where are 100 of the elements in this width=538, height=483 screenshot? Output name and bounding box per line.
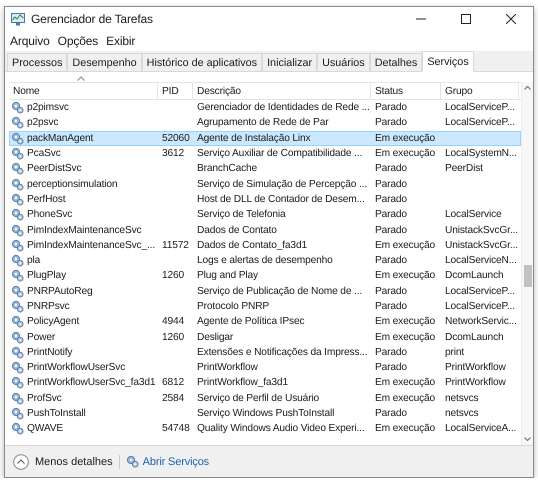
open-services-link[interactable]: Abrir Serviços [126,455,210,468]
description-cell-text: Agrupamento de Rede de Par [196,117,330,128]
group-cell-text: UnistackSvcGr... [444,224,519,236]
group-cell-text: DcomLaunch [444,332,505,343]
scrollbar[interactable] [521,82,533,445]
description-cell-text: PrintWorkflow_fa3d1 [196,377,289,388]
description-cell-text: Serviço Auxiliar de Compatibilidade ... [196,148,364,160]
gears-icon [11,101,24,114]
selected-table-row[interactable]: packManAgent 52060 Agente de Instalação Linx Em execução [9,130,521,146]
description-cell-text: Plug and Play [196,270,259,282]
table-row[interactable]: PolicyAgent 4944 Agente de Política IPsec Em execução NetworkServic... [9,314,521,330]
table-row[interactable]: PlugPlay 1260 Plug and Play Em execução DcomLaunch [9,268,521,284]
tab[interactable]: Desempenho [67,53,142,71]
column-header[interactable]: Descrição [193,83,371,99]
description-cell-text: Logs e alertas de desempenho [196,255,334,266]
status-cell-text: Em execução [374,148,436,160]
status-cell-text: Parado [374,194,408,205]
table-row[interactable]: PcaSvc 3612 Serviço Auxiliar de Compatibilidade ... Em execução LocalSystemN... [9,146,521,162]
table-row[interactable]: PimIndexMaintenanceSvc Dados de Contato Parado UnistackSvcGr... [9,222,521,238]
table-row[interactable]: PrintWorkflowUserSvc PrintWorkflow Parado PrintWorkflow [9,360,521,376]
description-cell-text: Agente de Política IPsec [196,316,306,328]
description-cell-text: BranchCache [196,163,258,174]
menu-item[interactable]: Opções [58,34,98,48]
name-cell: p2psvc [27,117,58,128]
menu-item[interactable]: Arquivo [10,34,50,48]
table-row[interactable]: PeerDistSvc BranchCache Parado PeerDist [9,161,521,176]
name-cell: PNRPAutoReg [27,286,93,297]
status-cell-text: Em execução [374,316,436,328]
scrollbar-thumb[interactable] [524,265,532,287]
status-cell-text: Em execução [374,423,436,434]
name-cell: PerfHost [27,194,66,205]
group-cell-text: NetworkServic... [444,316,518,328]
group-cell-text: DcomLaunch [444,270,505,282]
pid-cell-text: 1260 [161,270,186,282]
description-cell-text: Protocolo PNRP [196,301,270,312]
name-cell: QWAVE [27,423,64,434]
gears-icon [11,315,24,328]
description-cell-text: Agente de Instalação Linx [196,132,312,144]
table-row[interactable]: pla Logs e alertas de desempenho Parado LocalServiceN... [9,252,521,268]
gears-icon [11,208,24,222]
status-cell-text: Parado [374,224,408,236]
table-row[interactable]: QWAVE 54748 Quality Windows Audio Video Experi... Em execução LocalServiceA... [9,421,521,437]
status-cell-text: Em execução [374,132,436,144]
gears-icon [11,422,24,436]
gears-icon [11,346,24,359]
column-header[interactable]: Grupo [441,83,519,99]
name-cell: PimIndexMaintenanceSvc [27,224,142,236]
name-cell: PhoneSvc [27,209,72,220]
column-header[interactable]: Status [371,83,441,99]
group-cell-text: LocalService [444,209,503,220]
gears-icon [11,147,24,160]
tab[interactable]: Histórico de aplicativos [142,53,262,71]
column-header[interactable]: PID [158,83,193,99]
sort-caret-icon [77,76,85,81]
table-row[interactable]: PrintWorkflowUserSvc_fa3d1 6812 PrintWorkflow_fa3d1 Em execução PrintWorkflow [9,375,521,391]
scroll-down-icon[interactable] [524,437,531,441]
table-row[interactable]: PNRPAutoReg Serviço de Publicação de Nome de ... Parado LocalServiceP... [9,284,521,299]
table-row[interactable]: Power 1260 Desligar Em execução DcomLaunch [9,329,521,345]
tab[interactable]: Detalhes [370,53,422,71]
status-cell-text: Em execução [374,270,436,282]
scroll-up-icon[interactable] [524,86,531,90]
pid-cell-text: 4944 [161,316,186,328]
menu-item[interactable]: Exibir [106,34,136,48]
group-cell-text: LocalServiceP... [444,102,516,114]
description-cell-text: PrintWorkflow [196,362,259,374]
table-row[interactable]: ProfSvc 2584 Serviço de Perfil de Usuário Em execução netsvcs [9,390,521,406]
description-cell-text: Serviço de Perfil de Usuário [196,392,320,404]
status-cell-text: Em execução [374,332,436,343]
status-cell-text: Parado [374,301,408,312]
monitor-chart-icon [11,12,25,26]
gears-icon [11,254,24,268]
description-cell-text: Dados de Contato_fa3d1 [196,240,308,251]
name-cell: PrintNotify [27,346,72,358]
tab[interactable]: Processos [7,53,68,71]
table-row[interactable]: p2psvc Agrupamento de Rede de Par Parado LocalServiceP... [9,115,521,131]
table-row[interactable]: PrintNotify Extensões e Notificações da Impress... Parado print [9,344,521,360]
less-details-button[interactable]: Menos detalhes [13,454,113,470]
close-icon [506,14,516,24]
table-row[interactable]: PimIndexMaintenanceSvc_... 11572 Dados de Contato_fa3d1 Em execução UnistackSvcGr... [9,238,521,253]
gears-icon [11,132,24,145]
tab[interactable]: Usuários [317,53,370,71]
status-cell-text: Em execução [374,377,436,388]
name-cell: PushToInstall [27,408,86,420]
name-cell: packManAgent [27,132,94,144]
table-row[interactable]: p2pimsvc Gerenciador de Identidades de Rede ... Parado LocalServiceP... [9,100,521,116]
description-cell-text: Serviço Windows PushToInstall [196,408,336,420]
tab[interactable]: Serviços [422,51,474,72]
tab[interactable]: Inicializar [262,53,318,71]
gears-icon [11,300,24,313]
table-row[interactable]: PushToInstall Serviço Windows PushToInstall Parado netsvcs [9,406,521,422]
table-row[interactable]: PerfHost Host de DLL de Contador de Desem... Parado [9,192,521,208]
group-cell-text: LocalServiceP... [444,117,516,128]
column-header[interactable]: Nome [9,83,158,99]
maximize-icon [460,14,470,24]
group-cell-text: LocalServiceP... [444,301,516,312]
status-cell-text: Em execução [374,392,436,404]
gears-icon [11,284,24,298]
table-row[interactable]: PhoneSvc Serviço de Telefonia Parado LocalService [9,207,521,222]
table-row[interactable]: perceptionsimulation Serviço de Simulação de Percepção ... Parado [9,176,521,192]
table-row[interactable]: PNRPsvc Protocolo PNRP Parado LocalServiceP... [9,298,521,314]
